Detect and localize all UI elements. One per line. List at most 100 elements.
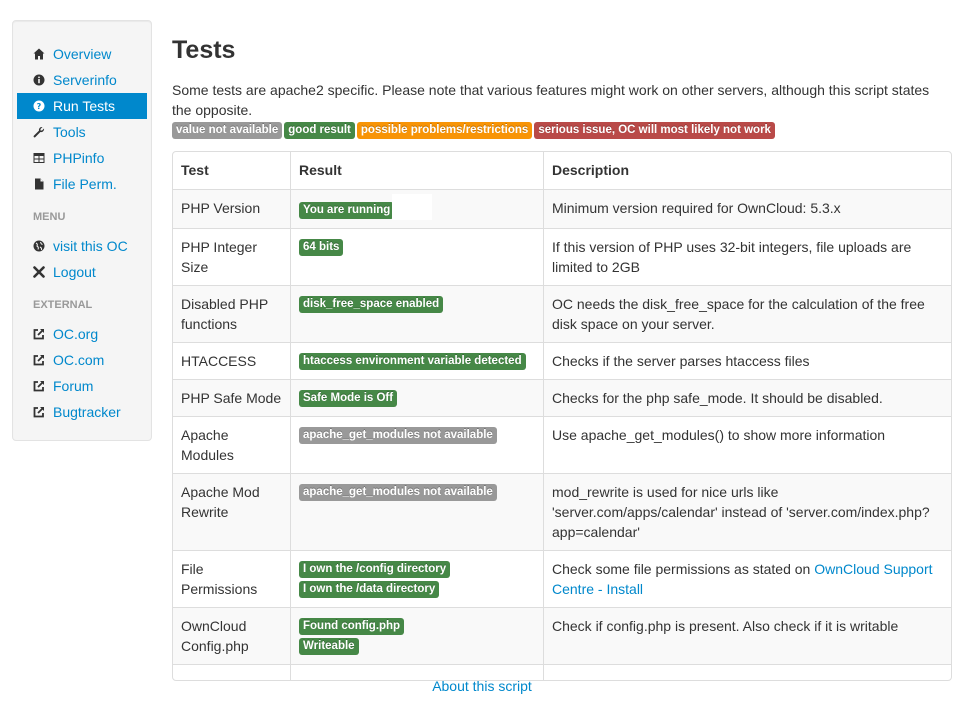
test-result: Safe Mode is Off [290,379,543,416]
sidebar-item-oc-org[interactable]: OC.org [13,321,151,347]
sidebar-item-phpinfo[interactable]: PHPinfo [13,145,151,171]
legend-problems-badge: possible problems/restrictions [356,122,533,139]
test-name: PHP Safe Mode [173,379,290,416]
test-name: OwnCloud Config.php [173,607,290,664]
status-badge: I own the /data directory [299,581,440,598]
test-description: Checks for the php safe_mode. It should … [543,379,951,416]
test-name: File Permissions [173,550,290,607]
test-result: You are running [290,189,543,228]
sidebar-item-label: Logout [53,264,96,280]
test-result: apache_get_modules not available [290,416,543,473]
test-description: Check if config.php is present. Also che… [543,607,951,664]
sidebar-item-label: Tools [53,124,86,140]
test-description: OC needs the disk_free_space for the cal… [543,285,951,342]
status-badge: You are running [299,202,395,219]
sidebar-item-oc-com[interactable]: OC.com [13,347,151,373]
table-row: Apache Modules apache_get_modules not av… [173,416,951,473]
sidebar-item-label: Bugtracker [53,404,121,420]
test-result: disk_free_space enabled [290,285,543,342]
test-description: Check some file permissions as stated on… [543,550,951,607]
status-badge: htaccess environment variable detected [299,353,526,370]
tests-table: Test Result Description PHP Version You … [172,151,952,681]
status-badge: Writeable [299,638,359,655]
share-icon [33,406,45,418]
main-content: Tests Some tests are apache2 specific. P… [172,30,952,681]
test-description: Use apache_get_modules() to show more in… [543,416,951,473]
share-icon [33,354,45,366]
intro-text: Some tests are apache2 specific. Please … [172,82,930,118]
sidebar-item-visit-oc[interactable]: visit this OC [13,233,151,259]
sidebar-item-overview[interactable]: Overview [13,41,151,67]
test-name: Apache Modules [173,416,290,473]
test-result: htaccess environment variable detected [290,342,543,379]
status-legend: value not available good result possible… [172,122,952,139]
sidebar-item-label: visit this OC [53,238,128,254]
test-result: apache_get_modules not available [290,473,543,550]
table-row: PHP Integer Size 64 bits If this version… [173,228,951,285]
menu-header: MENU [33,211,66,223]
x-icon [33,266,45,278]
status-badge: I own the /config directory [299,561,451,578]
test-description: If this version of PHP uses 32-bit integ… [543,228,951,285]
question-icon: ? [33,100,45,112]
sidebar-item-label: Run Tests [53,98,115,114]
info-icon [33,74,45,86]
share-icon [33,380,45,392]
test-description: Checks if the server parses htaccess fil… [543,342,951,379]
status-badge: apache_get_modules not available [299,427,497,444]
column-header-description: Description [543,152,951,189]
wrench-icon [33,126,45,138]
test-name: PHP Version [173,189,290,228]
test-description: mod_rewrite is used for nice urls like '… [543,473,951,550]
sidebar-item-file-perm[interactable]: File Perm. [13,171,151,197]
sidebar-nav: Overview Serverinfo ? Run Tests Tools PH… [13,41,151,197]
test-name: HTACCESS [173,342,290,379]
sidebar-item-tools[interactable]: Tools [13,119,151,145]
sidebar-item-run-tests[interactable]: ? Run Tests [17,93,147,119]
table-row: PHP Version You are running Minimum vers… [173,189,951,228]
test-result: Found config.php Writeable [290,607,543,664]
home-icon [33,48,45,60]
sidebar-item-label: File Perm. [53,176,117,192]
table-row: Apache Mod Rewrite apache_get_modules no… [173,473,951,550]
external-header: EXTERNAL [33,299,93,311]
table-row: Disabled PHP functions disk_free_space e… [173,285,951,342]
test-description: Minimum version required for OwnCloud: 5… [543,189,951,228]
sidebar-item-label: Overview [53,46,112,62]
legend-good-badge: good result [284,122,355,139]
sidebar-item-logout[interactable]: Logout [13,259,151,285]
test-result: 64 bits [290,228,543,285]
sidebar-item-label: PHPinfo [53,150,105,166]
status-badge: Safe Mode is Off [299,390,398,407]
share-icon [33,328,45,340]
sidebar-item-label: Serverinfo [53,72,117,88]
svg-text:?: ? [37,102,42,111]
table-header-row: Test Result Description [173,152,951,189]
table-row: OwnCloud Config.php Found config.php Wri… [173,607,951,664]
table-row: File Permissions I own the /config direc… [173,550,951,607]
status-badge: Found config.php [299,618,405,635]
test-name: PHP Integer Size [173,228,290,285]
sidebar-item-bugtracker[interactable]: Bugtracker [13,399,151,425]
status-badge: apache_get_modules not available [299,484,497,501]
test-result: I own the /config directory I own the /d… [290,550,543,607]
page-title: Tests [172,36,236,64]
about-script-link[interactable]: About this script [432,678,532,694]
sidebar-item-label: OC.com [53,352,105,368]
globe-icon [33,240,45,252]
status-badge: disk_free_space enabled [299,296,444,313]
table-row: HTACCESS htaccess environment variable d… [173,342,951,379]
test-name: Disabled PHP functions [173,285,290,342]
file-icon [33,178,45,190]
sidebar-item-label: Forum [53,378,94,394]
legend-not-available-badge: value not available [172,122,283,139]
footer: About this script [172,678,792,694]
sidebar: Overview Serverinfo ? Run Tests Tools PH… [12,20,152,441]
column-header-test: Test [181,162,209,178]
column-header-result: Result [290,152,543,189]
sidebar-item-serverinfo[interactable]: Serverinfo [13,67,151,93]
description-text: Check some file permissions as stated on [552,561,815,577]
table-row: PHP Safe Mode Safe Mode is Off Checks fo… [173,379,951,416]
sidebar-item-forum[interactable]: Forum [13,373,151,399]
test-name: Apache Mod Rewrite [173,473,290,550]
